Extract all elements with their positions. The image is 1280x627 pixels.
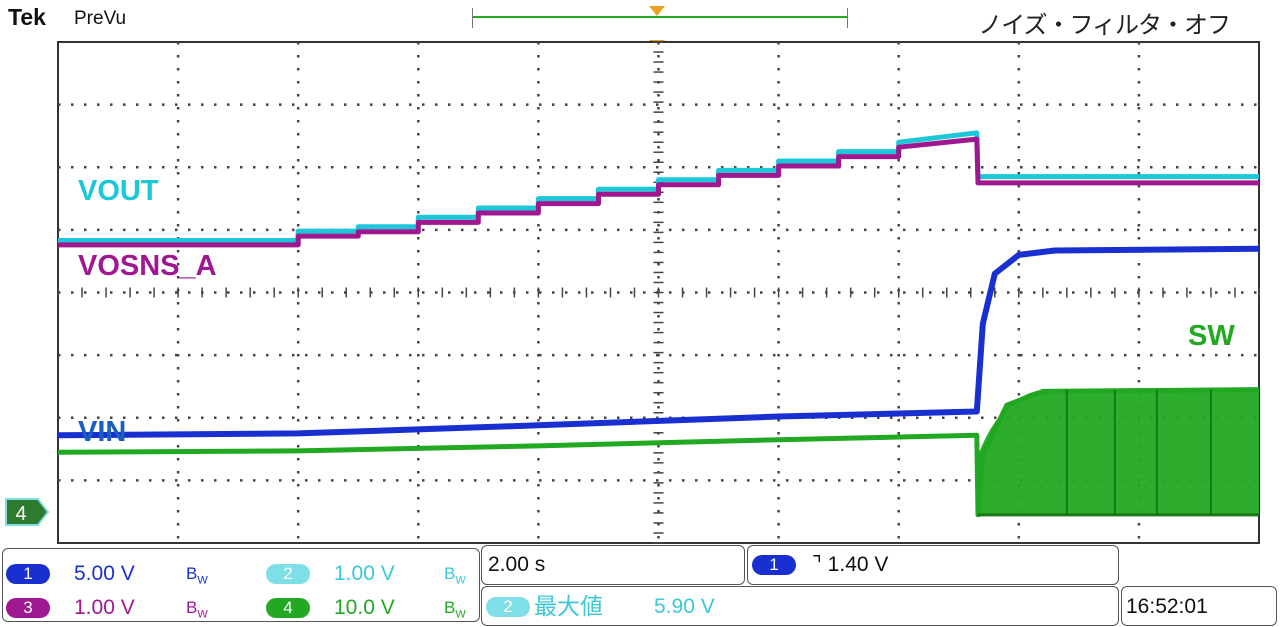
ch4-bw-limit: BW bbox=[444, 598, 466, 621]
vosns-label: VOSNS_A bbox=[78, 250, 217, 282]
ch4-ground-marker-icon[interactable]: 4 bbox=[4, 497, 50, 527]
sw-switching-envelope bbox=[977, 389, 1259, 515]
trigger-box[interactable]: 1 ⌝ 1.40 V bbox=[747, 545, 1119, 585]
ch4-badge[interactable]: 4 bbox=[266, 598, 310, 618]
measurement-channel-badge: 2 bbox=[486, 597, 530, 617]
clock-box: 16:52:01 bbox=[1121, 586, 1277, 626]
vout-label: VOUT bbox=[78, 175, 159, 207]
measurement-type: 最大値 bbox=[534, 593, 603, 619]
sw-label: SW bbox=[1188, 320, 1235, 352]
ch4-scale: 10.0 V bbox=[334, 596, 395, 619]
ch4-ground-marker-text: 4 bbox=[15, 503, 26, 525]
clock-time: 16:52:01 bbox=[1126, 595, 1208, 618]
trigger-channel-badge: 1 bbox=[752, 555, 796, 575]
ch1-badge[interactable]: 1 bbox=[6, 564, 50, 584]
timebase-box[interactable]: 2.00 s bbox=[481, 545, 745, 585]
ch2-bw-limit: BW bbox=[444, 564, 466, 587]
measurement-box[interactable]: 2 最大値 5.90 V bbox=[481, 586, 1119, 626]
ch1-scale: 5.00 V bbox=[74, 562, 135, 585]
measurement-value: 5.90 V bbox=[654, 595, 715, 618]
ch3-bw-limit: BW bbox=[186, 598, 208, 621]
ch3-badge[interactable]: 3 bbox=[6, 598, 50, 618]
status-panel: 1 5.00 V BW 2 1.00 V BW 3 1.00 V BW 4 10… bbox=[0, 545, 1280, 627]
ch3-scale: 1.00 V bbox=[74, 596, 135, 619]
trigger-level: ⌝ 1.40 V bbox=[812, 553, 889, 576]
timebase-value: 2.00 s bbox=[488, 553, 546, 576]
vin-label: VIN bbox=[78, 416, 127, 448]
ch2-badge[interactable]: 2 bbox=[266, 564, 310, 584]
ch1-bw-limit: BW bbox=[186, 564, 208, 587]
ch2-scale: 1.00 V bbox=[334, 562, 395, 585]
